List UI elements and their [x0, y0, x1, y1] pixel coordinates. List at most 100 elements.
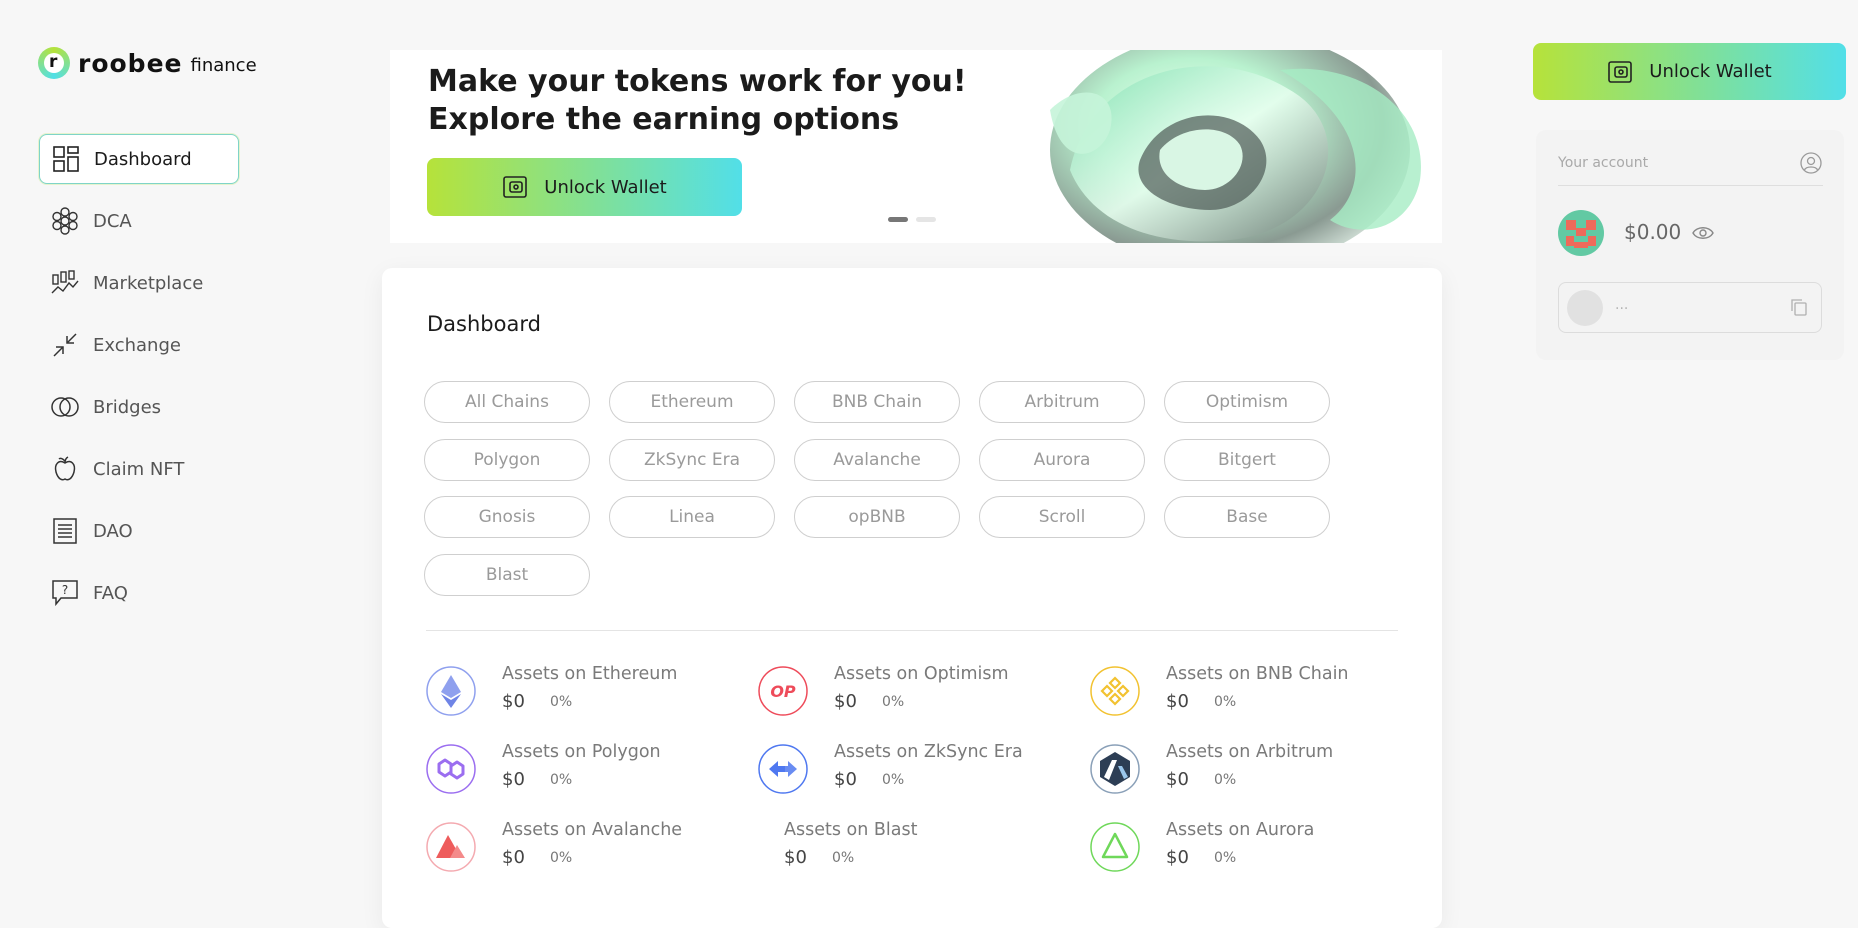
carousel-dot[interactable]: [916, 217, 936, 222]
copy-icon[interactable]: [1789, 297, 1809, 317]
chain-chip-opbnb[interactable]: opBNB: [794, 496, 960, 538]
sidebar-item-marketplace[interactable]: Marketplace: [39, 258, 239, 308]
question-bubble-icon: ?: [52, 580, 78, 607]
asset-value: $0: [834, 769, 857, 790]
chain-chip-avalanche[interactable]: Avalanche: [794, 439, 960, 481]
asset-name: Assets on Blast: [784, 820, 918, 840]
zksync-icon: [758, 744, 808, 794]
sidebar-item-label: Dashboard: [94, 148, 192, 170]
promo-banner: Make your tokens work for you! Explore t…: [390, 50, 1442, 243]
chain-chip-linea[interactable]: Linea: [609, 496, 775, 538]
asset-name: Assets on Ethereum: [502, 664, 678, 684]
avatar: [1558, 210, 1604, 256]
asset-card-avalanche[interactable]: Assets on Avalanche $0 0%: [426, 817, 726, 877]
asset-card-optimism[interactable]: OP Assets on Optimism $0 0%: [758, 661, 1058, 721]
aurora-icon: [1090, 822, 1140, 872]
chain-chip-polygon[interactable]: Polygon: [424, 439, 590, 481]
banner-3d-art: [1030, 50, 1442, 243]
asset-percent: 0%: [550, 694, 573, 710]
asset-card-bnb-chain[interactable]: Assets on BNB Chain $0 0%: [1090, 661, 1390, 721]
unlock-wallet-button[interactable]: Unlock Wallet: [1533, 43, 1846, 100]
wallet-address-field[interactable]: ...: [1558, 282, 1822, 333]
banner-title: Make your tokens work for you! Explore t…: [428, 64, 967, 137]
chain-chip-gnosis[interactable]: Gnosis: [424, 496, 590, 538]
asset-name: Assets on Arbitrum: [1166, 742, 1334, 762]
eye-icon[interactable]: [1692, 224, 1714, 242]
asset-percent: 0%: [1214, 850, 1237, 866]
sidebar-item-label: Claim NFT: [93, 458, 185, 480]
asset-card-ethereum[interactable]: Assets on Ethereum $0 0%: [426, 661, 726, 721]
asset-name: Assets on Optimism: [834, 664, 1009, 684]
chain-chip-bnb-chain[interactable]: BNB Chain: [794, 381, 960, 423]
polygon-icon: [426, 744, 476, 794]
dashboard-grid-icon: [53, 146, 79, 172]
asset-percent: 0%: [1214, 772, 1237, 788]
banner-unlock-wallet-button[interactable]: Unlock Wallet: [427, 158, 742, 216]
sidebar-item-dao[interactable]: DAO: [39, 506, 239, 556]
wallet-icon: [1608, 60, 1633, 83]
asset-value: $0: [1166, 691, 1189, 712]
asset-card-zksync-era[interactable]: Assets on ZkSync Era $0 0%: [758, 739, 1058, 799]
sidebar-item-label: FAQ: [93, 582, 128, 604]
chain-chip-scroll[interactable]: Scroll: [979, 496, 1145, 538]
asset-percent: 0%: [832, 850, 855, 866]
exchange-arrows-icon: [53, 333, 77, 357]
dashboard-card: Dashboard All Chains Ethereum BNB Chain …: [382, 268, 1442, 928]
bridges-rings-icon: [51, 397, 79, 417]
chain-chip-optimism[interactable]: Optimism: [1164, 381, 1330, 423]
sidebar-item-exchange[interactable]: Exchange: [39, 320, 239, 370]
chain-chip-all-chains[interactable]: All Chains: [424, 381, 590, 423]
asset-value: $0: [1166, 769, 1189, 790]
sidebar-nav: Dashboard DCA Marketplace Exchange Bridg…: [39, 134, 239, 630]
brand-name: roobee: [78, 48, 183, 78]
asset-card-aurora[interactable]: Assets on Aurora $0 0%: [1090, 817, 1390, 877]
carousel-dot[interactable]: [888, 217, 908, 222]
chain-chip-arbitrum[interactable]: Arbitrum: [979, 381, 1145, 423]
marketplace-chart-icon: [51, 270, 79, 294]
sidebar-item-claim-nft[interactable]: Claim NFT: [39, 444, 239, 494]
asset-name: Assets on Aurora: [1166, 820, 1315, 840]
sidebar-item-label: DCA: [93, 210, 132, 232]
document-icon: [53, 518, 77, 544]
wallet-icon: [503, 176, 528, 198]
asset-card-polygon[interactable]: Assets on Polygon $0 0%: [426, 739, 726, 799]
asset-value: $0: [502, 769, 525, 790]
sidebar-item-bridges[interactable]: Bridges: [39, 382, 239, 432]
asset-name: Assets on BNB Chain: [1166, 664, 1349, 684]
asset-percent: 0%: [882, 694, 905, 710]
chain-chip-blast[interactable]: Blast: [424, 554, 590, 596]
sidebar-item-dashboard[interactable]: Dashboard: [39, 134, 239, 184]
apple-icon: [54, 456, 76, 481]
logo[interactable]: r roobee finance: [38, 47, 257, 79]
flower-icon: [52, 207, 78, 235]
account-panel: Your account $0.00 ...: [1536, 130, 1844, 360]
account-balance: $0.00: [1624, 220, 1682, 244]
optimism-icon: OP: [758, 666, 808, 716]
chain-chip-aurora[interactable]: Aurora: [979, 439, 1145, 481]
user-icon[interactable]: [1800, 152, 1822, 174]
asset-value: $0: [1166, 847, 1189, 868]
asset-percent: 0%: [1214, 694, 1237, 710]
ethereum-icon: [426, 666, 476, 716]
chain-chip-zksync-era[interactable]: ZkSync Era: [609, 439, 775, 481]
bnb-icon: [1090, 666, 1140, 716]
arbitrum-icon: [1090, 744, 1140, 794]
account-label: Your account: [1558, 155, 1649, 171]
asset-value: $0: [502, 691, 525, 712]
asset-percent: 0%: [550, 772, 573, 788]
asset-card-blast[interactable]: Assets on Blast $0 0%: [758, 817, 1058, 877]
avalanche-icon: [426, 822, 476, 872]
asset-value: $0: [834, 691, 857, 712]
asset-name: Assets on ZkSync Era: [834, 742, 1023, 762]
asset-card-arbitrum[interactable]: Assets on Arbitrum $0 0%: [1090, 739, 1390, 799]
sidebar-item-label: Bridges: [93, 396, 162, 418]
chain-chip-ethereum[interactable]: Ethereum: [609, 381, 775, 423]
chain-chip-base[interactable]: Base: [1164, 496, 1330, 538]
logo-icon: r: [38, 47, 70, 79]
divider: [426, 630, 1398, 631]
dashboard-title: Dashboard: [427, 312, 541, 336]
sidebar-item-dca[interactable]: DCA: [39, 196, 239, 246]
asset-value: $0: [784, 847, 807, 868]
chain-chip-bitgert[interactable]: Bitgert: [1164, 439, 1330, 481]
sidebar-item-faq[interactable]: ? FAQ: [39, 568, 239, 618]
